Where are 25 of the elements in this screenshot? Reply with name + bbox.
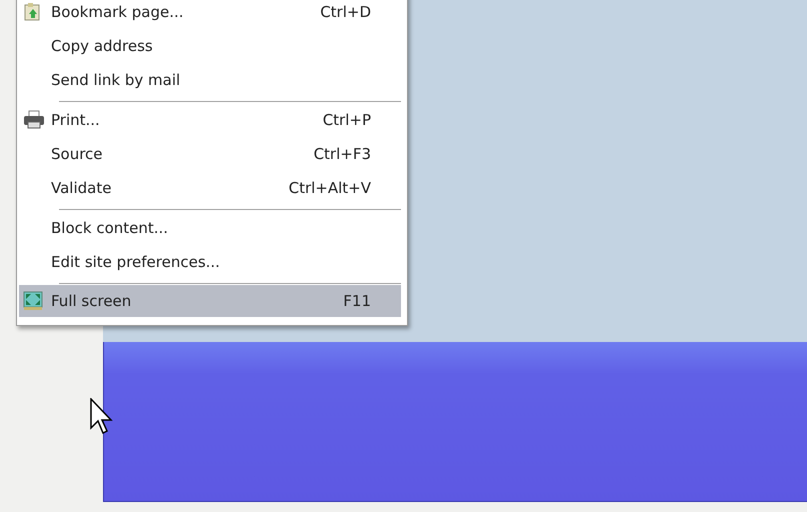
menu-item-label: Edit site preferences... [51, 253, 221, 271]
printer-icon [23, 110, 45, 130]
menu-item-label: Block content... [51, 219, 170, 237]
shortcut-label: Ctrl+Alt+V [288, 179, 371, 197]
menu-item[interactable]: Source Ctrl+F3 [19, 137, 401, 171]
menu-item-label: Send link by mail [51, 71, 182, 89]
shortcut-label: Ctrl+F3 [314, 145, 371, 163]
fullscreen-icon [23, 291, 43, 311]
shortcut-label: Ctrl+D [320, 3, 371, 21]
menu-item[interactable]: Bookmark page... Ctrl+D [19, 0, 401, 29]
menu-item[interactable]: Send link by mail [19, 63, 401, 97]
menu-item-label: Source [51, 145, 104, 163]
shortcut-label: F11 [343, 292, 371, 310]
menu-item-label: Validate [51, 179, 112, 197]
menu-item[interactable]: Copy address [19, 29, 401, 63]
menu-item[interactable]: Validate Ctrl+Alt+V [19, 171, 401, 205]
menu-item-label: Print... [51, 111, 101, 129]
menu-item[interactable]: Print... Ctrl+P [19, 103, 401, 137]
menu-item[interactable]: Edit site preferences... [19, 245, 401, 279]
menu-item-label: Full screen [51, 292, 132, 310]
menu-item-label: Copy address [51, 37, 154, 55]
menu-item[interactable]: Block content... [19, 211, 401, 245]
menu-item[interactable]: Full screen F11 [19, 285, 401, 317]
shortcut-label: Ctrl+P [322, 111, 371, 129]
menu-item-label: Bookmark page... [51, 3, 185, 21]
